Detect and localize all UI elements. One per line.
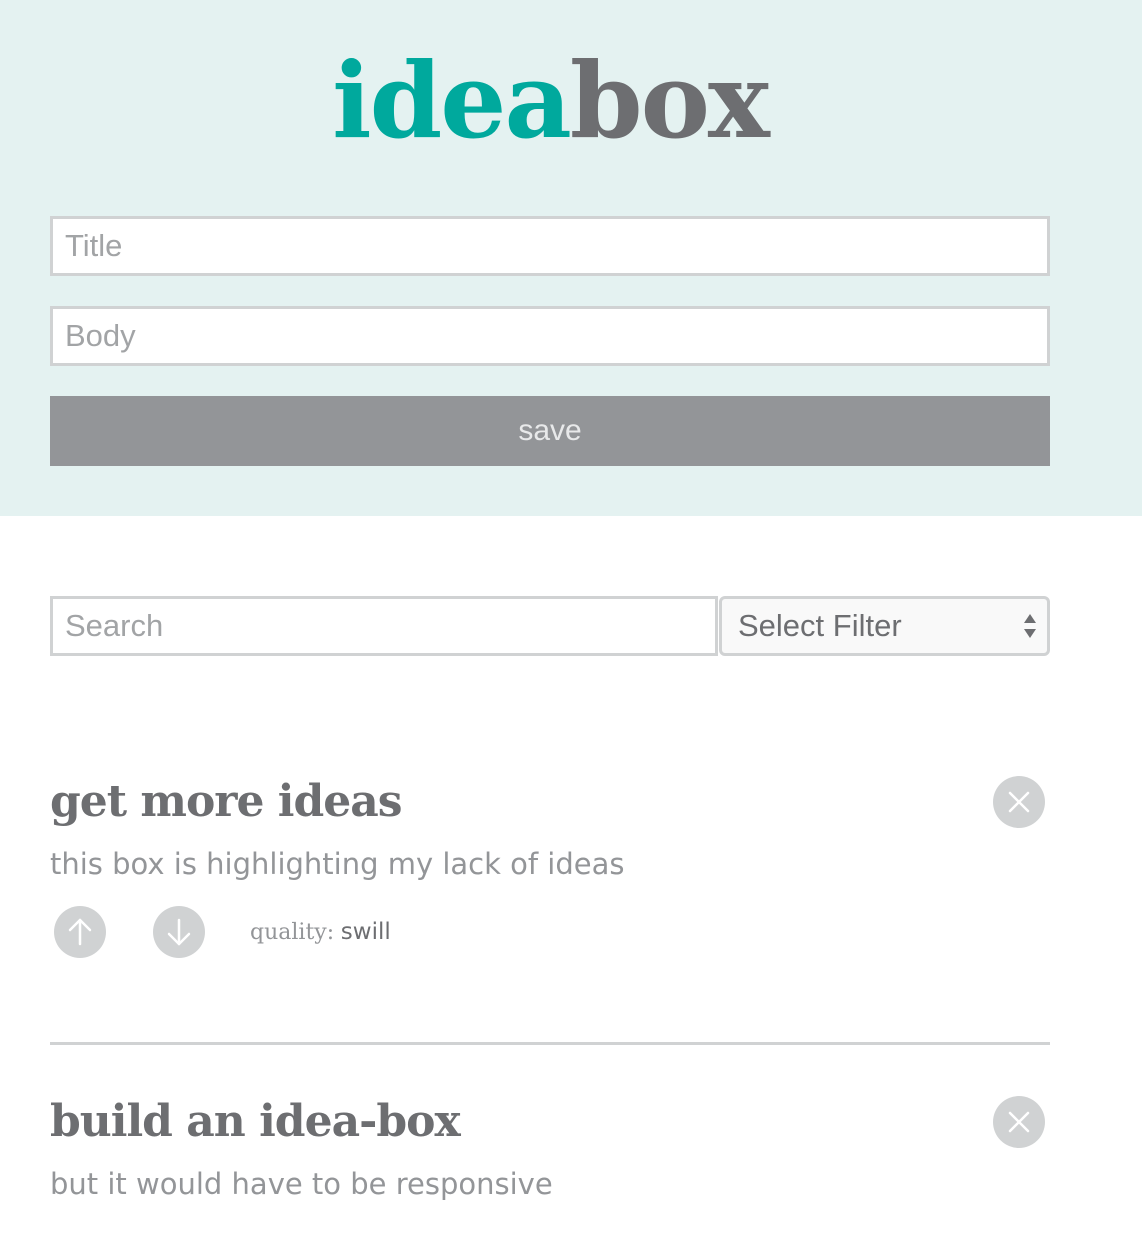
idea-title[interactable]: build an idea-box [50,1094,461,1150]
upvote-button[interactable] [54,906,106,958]
filter-selected-value: Select Filter [738,608,902,643]
close-icon [1008,791,1030,813]
idea-body[interactable]: this box is highlighting my lack of idea… [50,844,625,884]
logo-idea: idea [332,39,572,162]
idea-title[interactable]: get more ideas [50,774,403,830]
select-arrows-icon [1024,614,1036,638]
quality-value: swill [340,919,391,945]
search-input[interactable] [50,596,718,656]
idea-card: get more ideas this box is highlighting … [50,774,1050,1004]
downvote-button[interactable] [153,906,205,958]
quality-indicator: quality: swill [250,914,391,951]
idea-body[interactable]: but it would have to be responsive [50,1164,553,1204]
quality-label: quality: [250,920,335,945]
delete-button[interactable] [993,776,1045,828]
body-input[interactable] [50,306,1050,366]
arrow-down-icon [167,918,191,946]
delete-button[interactable] [993,1096,1045,1148]
save-button[interactable]: save [50,396,1050,466]
idea-divider [50,1042,1050,1045]
header-section: ideabox save [0,0,1142,516]
logo: ideabox [0,36,1100,166]
close-icon [1008,1111,1030,1133]
logo-box: box [569,39,770,162]
arrow-up-icon [68,918,92,946]
title-input[interactable] [50,216,1050,276]
filter-select[interactable]: Select Filter [719,596,1050,656]
idea-card: build an idea-box but it would have to b… [50,1094,1050,1234]
